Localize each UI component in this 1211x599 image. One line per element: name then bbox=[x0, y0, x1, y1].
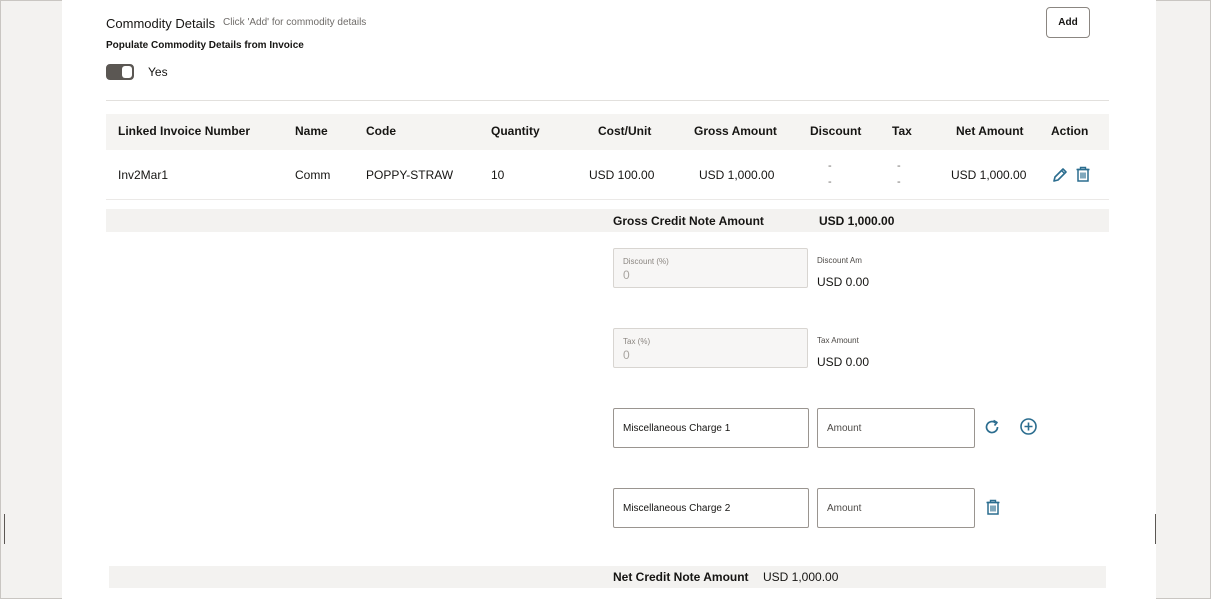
section-hint: Click 'Add' for commodity details bbox=[223, 17, 367, 28]
cell-net-amount: USD 1,000.00 bbox=[951, 168, 1027, 182]
edit-icon[interactable] bbox=[1051, 166, 1069, 189]
misc-charge-2-name-input[interactable] bbox=[613, 488, 809, 528]
cell-gross-amount: USD 1,000.00 bbox=[699, 168, 775, 182]
cell-code: POPPY-STRAW bbox=[366, 168, 454, 182]
cell-name: Comm bbox=[295, 168, 331, 182]
delete-charge-icon[interactable] bbox=[984, 498, 1002, 521]
populate-toggle[interactable] bbox=[106, 64, 134, 80]
gross-amount-band bbox=[106, 209, 1109, 232]
cell-quantity: 10 bbox=[491, 168, 505, 182]
toggle-knob bbox=[122, 66, 132, 78]
col-discount: Discount bbox=[810, 124, 862, 138]
col-linked-invoice-number: Linked Invoice Number bbox=[118, 124, 251, 138]
discount-amount-value: USD 0.00 bbox=[817, 275, 870, 289]
discount-percent-label: Discount (%) bbox=[623, 257, 669, 266]
col-code: Code bbox=[366, 124, 396, 138]
tax-percent-field[interactable]: Tax (%) 0 bbox=[613, 328, 808, 368]
misc-charge-2-amount-input[interactable] bbox=[817, 488, 975, 528]
cell-tax: - bbox=[897, 160, 901, 172]
tax-amount-value: USD 0.00 bbox=[817, 355, 870, 369]
col-net-amount: Net Amount bbox=[956, 124, 1024, 138]
cell-cost-unit: USD 100.00 bbox=[589, 168, 655, 182]
delete-icon[interactable] bbox=[1074, 165, 1092, 188]
left-edge-marker bbox=[4, 514, 5, 544]
tax-percent-value: 0 bbox=[623, 348, 630, 362]
col-gross-amount: Gross Amount bbox=[694, 124, 777, 138]
refresh-icon[interactable] bbox=[983, 418, 1001, 441]
col-quantity: Quantity bbox=[491, 124, 540, 138]
tax-amount-label: Tax Amount bbox=[817, 336, 859, 345]
col-cost-unit: Cost/Unit bbox=[598, 124, 652, 138]
add-button[interactable]: Add bbox=[1046, 7, 1090, 38]
gross-credit-note-label: Gross Credit Note Amount bbox=[613, 214, 764, 228]
cell-discount-amount: - bbox=[828, 176, 832, 188]
discount-amount-label: Discount Am bbox=[817, 256, 862, 265]
discount-percent-field[interactable]: Discount (%) 0 bbox=[613, 248, 808, 288]
right-edge-marker bbox=[1155, 514, 1156, 544]
cell-discount: - bbox=[828, 160, 832, 172]
tax-percent-label: Tax (%) bbox=[623, 337, 651, 346]
col-tax: Tax bbox=[892, 124, 912, 138]
col-action: Action bbox=[1051, 124, 1089, 138]
section-divider bbox=[106, 100, 1109, 101]
section-title: Commodity Details bbox=[106, 16, 216, 31]
cell-invoice: Inv2Mar1 bbox=[118, 168, 169, 182]
net-amount-band bbox=[109, 566, 1106, 588]
misc-charge-1-name-input[interactable] bbox=[613, 408, 809, 448]
col-name: Name bbox=[295, 124, 328, 138]
discount-percent-value: 0 bbox=[623, 268, 630, 282]
toggle-value: Yes bbox=[148, 65, 168, 79]
populate-from-invoice-label: Populate Commodity Details from Invoice bbox=[106, 40, 304, 51]
net-credit-note-value: USD 1,000.00 bbox=[763, 570, 839, 584]
cell-tax-amount: - bbox=[897, 176, 901, 188]
add-charge-icon[interactable] bbox=[1019, 417, 1038, 441]
net-credit-note-label: Net Credit Note Amount bbox=[613, 570, 749, 584]
misc-charge-1-amount-input[interactable] bbox=[817, 408, 975, 448]
gross-credit-note-value: USD 1,000.00 bbox=[819, 214, 895, 228]
